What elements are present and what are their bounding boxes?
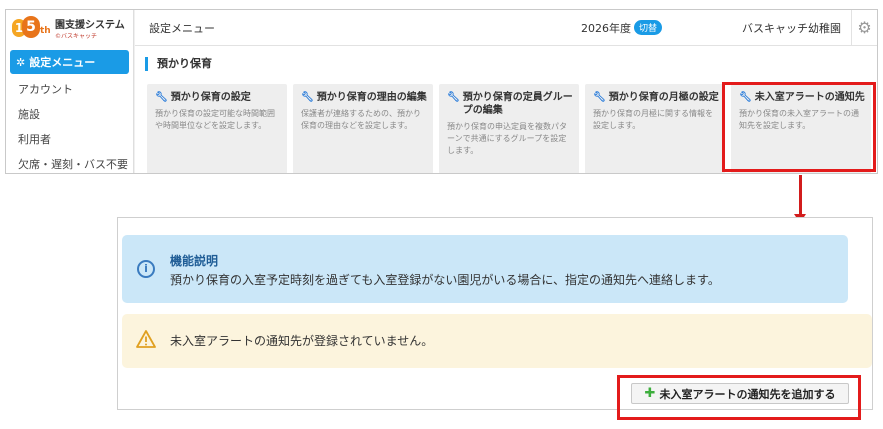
logo-mark: 1 5 th <box>12 15 52 41</box>
sidebar: 1 5 th 園支援システム ©バスキャッチ ✲ 設定メニュー アカウント 施設… <box>6 10 134 173</box>
logo-suffix: th <box>40 26 51 36</box>
wrench-icon: 🔧︎ <box>447 92 460 103</box>
arrow-line <box>799 175 802 216</box>
card-description: 預かり保育の申込定員を複数パターンで共通にするグループを設定します。 <box>447 122 567 155</box>
sidebar-item-users[interactable]: 利用者 <box>6 126 133 151</box>
logo-digit-5: 5 <box>22 16 40 38</box>
warning-icon <box>136 330 156 348</box>
card-monthly-settings[interactable]: 🔧︎ 預かり保育の月極の設定 預かり保育の月極に関する情報を設定します。 <box>585 84 725 173</box>
wrench-icon: 🔧︎ <box>301 92 314 103</box>
info-title: 機能説明 <box>170 254 219 268</box>
section-title: 預かり保育 <box>145 57 212 71</box>
card-title: 預かり保育の定員グループの編集 <box>462 92 573 116</box>
info-icon: i <box>137 260 155 278</box>
wrench-icon: 🔧︎ <box>593 92 606 103</box>
sidebar-item-settings-menu[interactable]: ✲ 設定メニュー <box>10 50 129 74</box>
card-description: 預かり保育の設定可能な時間範囲や時間単位などを設定します。 <box>155 109 275 130</box>
sidebar-item-account[interactable]: アカウント <box>6 76 133 101</box>
gear-icon: ✲ <box>16 55 26 69</box>
tutorial-figure: 1 5 th 園支援システム ©バスキャッチ ✲ 設定メニュー アカウント 施設… <box>0 0 883 429</box>
header: 設定メニュー 2026年度 切替 バスキャッチ幼稚園 ⚙ <box>135 10 877 46</box>
card-description: 保護者が連絡するための、預かり保育の理由などを設定します。 <box>301 109 421 130</box>
logo[interactable]: 1 5 th 園支援システム ©バスキャッチ <box>6 10 133 46</box>
warning-box: 未入室アラートの通知先が登録されていません。 <box>122 314 872 368</box>
card-childcare-reasons[interactable]: 🔧︎ 預かり保育の理由の編集 保護者が連絡するための、預かり保育の理由などを設定し… <box>293 84 433 173</box>
logo-title: 園支援システム <box>55 20 125 31</box>
sidebar-item-label: 設定メニュー <box>29 56 96 69</box>
sidebar-item-absence[interactable]: 欠席・遅刻・バス不要 <box>6 151 133 173</box>
warning-text: 未入室アラートの通知先が登録されていません。 <box>170 334 434 348</box>
highlight-add-button <box>617 375 861 420</box>
card-description: 預かり保育の月極に関する情報を設定します。 <box>593 109 713 130</box>
highlight-card <box>722 82 876 172</box>
card-childcare-settings[interactable]: 🔧︎ 預かり保育の設定 預かり保育の設定可能な時間範囲や時間単位などを設定します。 <box>147 84 287 173</box>
page-title: 設定メニュー <box>149 21 215 35</box>
school-name: バスキャッチ幼稚園 <box>742 21 841 35</box>
info-text: 預かり保育の入室予定時刻を過ぎても入室登録がない園児がいる場合に、指定の通知先へ… <box>170 273 720 287</box>
settings-gear-icon[interactable]: ⚙ <box>851 10 877 46</box>
info-box: i 機能説明 預かり保育の入室予定時刻を過ぎても入室登録がない園児がいる場合に、… <box>122 235 848 303</box>
card-title: 預かり保育の月極の設定 <box>608 92 719 103</box>
fiscal-year: 2026年度 切替 <box>581 20 662 36</box>
card-capacity-groups[interactable]: 🔧︎ 預かり保育の定員グループの編集 預かり保育の申込定員を複数パターンで共通にす… <box>439 84 579 173</box>
fiscal-year-label: 2026年度 <box>580 21 631 35</box>
card-title: 預かり保育の理由の編集 <box>316 92 427 103</box>
year-switch-button[interactable]: 切替 <box>633 20 662 35</box>
sidebar-item-facility[interactable]: 施設 <box>6 101 133 126</box>
card-title: 預かり保育の設定 <box>170 92 251 103</box>
wrench-icon: 🔧︎ <box>155 92 168 103</box>
logo-subtitle: ©バスキャッチ <box>55 33 98 40</box>
